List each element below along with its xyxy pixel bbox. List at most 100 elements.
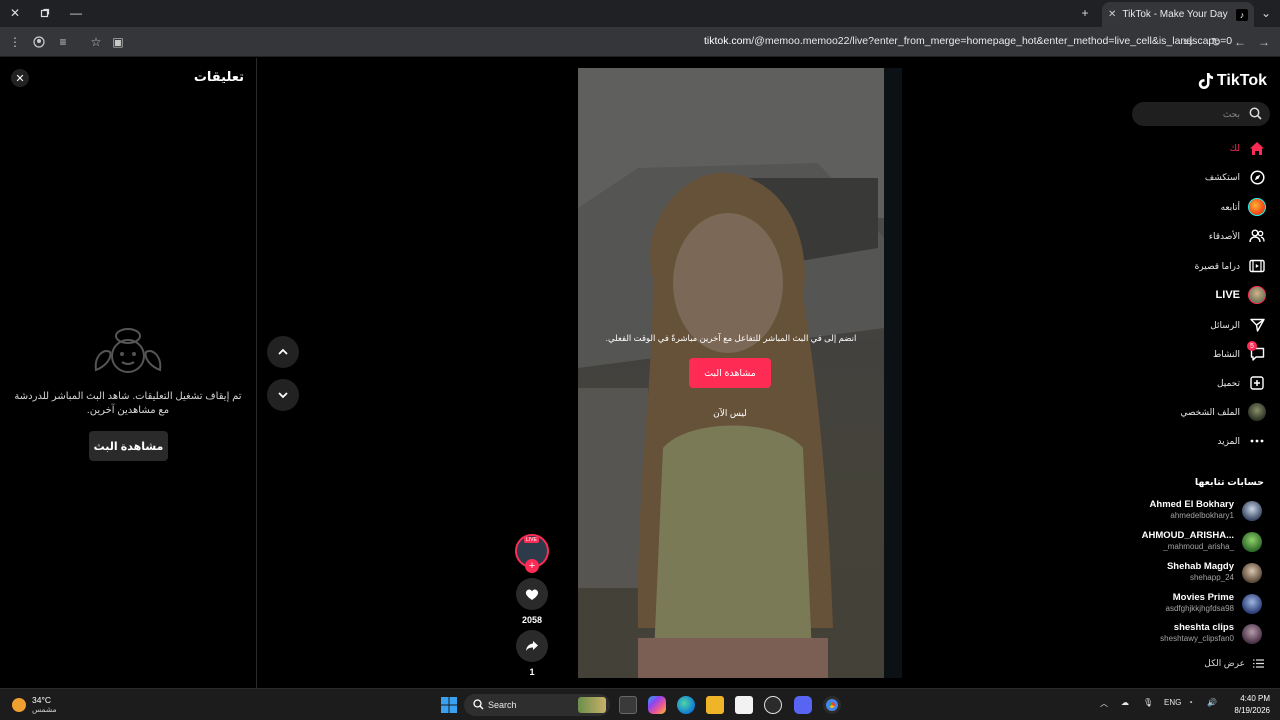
- activity-badge: 5: [1247, 341, 1257, 351]
- drama-icon: [1248, 257, 1266, 275]
- tab-search-icon[interactable]: ⌄: [1256, 4, 1276, 22]
- home-icon: [1248, 139, 1266, 157]
- share-button[interactable]: [516, 630, 548, 662]
- reload-icon[interactable]: ↻: [1208, 34, 1224, 50]
- window-minimize-icon[interactable]: —: [66, 4, 86, 22]
- nav-label-more: المزيد: [1217, 435, 1240, 446]
- search-box[interactable]: [1132, 102, 1270, 126]
- tiktok-live-page: ✕ تعليقات تم إيقاف تشغيل التعليقات. شاهد…: [0, 58, 1280, 688]
- comments-panel: ✕ تعليقات تم إيقاف تشغيل التعليقات. شاهد…: [0, 58, 257, 688]
- profile-avatar-icon: [1248, 403, 1266, 421]
- more-icon: [1248, 432, 1266, 450]
- send-icon: [1248, 316, 1266, 334]
- search-icon[interactable]: [1249, 107, 1262, 120]
- live-avatar-icon: [1248, 286, 1266, 304]
- account-handle: asdfghjkkjhgfdsa98: [1165, 604, 1235, 613]
- weather-widget[interactable]: 34°C مشمس: [12, 695, 57, 715]
- share-count: 1: [529, 667, 535, 677]
- windows-start-icon[interactable]: [440, 696, 458, 714]
- language-indicator[interactable]: ENG: [1164, 698, 1181, 707]
- activity-icon: 5: [1247, 341, 1266, 363]
- comments-title: تعليقات: [193, 69, 244, 84]
- nav-item-messages[interactable]: الرسائل: [1210, 315, 1266, 335]
- nav-label-upload: تحميل: [1216, 377, 1240, 388]
- nav-label-drama: دراما قصيرة: [1194, 260, 1240, 271]
- url-text[interactable]: tiktok.com/@memoo.memoo22/live?enter_fro…: [704, 35, 1232, 47]
- nav-item-explore[interactable]: استكشف: [1205, 167, 1266, 187]
- nav-label-activity: النشاط: [1212, 348, 1240, 359]
- task-view-icon[interactable]: [619, 696, 637, 714]
- account-handle: shehapp_24: [1189, 573, 1234, 582]
- search-input[interactable]: [1140, 105, 1240, 123]
- clock-date: 8/19/2026: [1234, 706, 1270, 715]
- window-close-icon[interactable]: ✕: [5, 4, 25, 22]
- account-name: Ahmed El Bokhary: [1149, 499, 1234, 510]
- back-icon[interactable]: →: [1256, 34, 1272, 50]
- volume-icon[interactable]: 🔊: [1207, 698, 1217, 707]
- followed-account[interactable]: Ahmed El Bokhary ahmedelbokhary1: [1122, 498, 1272, 524]
- microphone-icon[interactable]: 🎙: [1143, 698, 1153, 707]
- weather-desc: مشمس: [32, 705, 57, 714]
- account-name: sheshta clips: [1173, 622, 1234, 633]
- join-live-prompt: انضم إلى في البث المباشر للتفاعل مع آخري…: [605, 333, 857, 343]
- bookmark-star-icon[interactable]: ☆: [88, 34, 104, 50]
- forward-icon[interactable]: ←: [1232, 34, 1248, 50]
- nav-item-live[interactable]: LIVE: [1216, 285, 1266, 305]
- nav-item-following[interactable]: أتابعه: [1221, 197, 1266, 217]
- close-comments-icon[interactable]: ✕: [11, 69, 29, 87]
- nav-item-foryou[interactable]: لك: [1230, 138, 1266, 158]
- account-avatar: [1242, 594, 1262, 614]
- edge-browser-icon[interactable]: [677, 696, 695, 714]
- chevron-down-icon: [278, 392, 288, 399]
- video-edge-shadow: [884, 68, 902, 678]
- nav-item-drama[interactable]: دراما قصيرة: [1195, 256, 1266, 276]
- followed-account[interactable]: Shehab Magdy shehapp_24: [1122, 560, 1272, 586]
- nav-item-friends[interactable]: الأصدقاء: [1209, 226, 1266, 246]
- nav-label-explore: استكشف: [1204, 171, 1240, 182]
- like-count: 2058: [521, 615, 543, 625]
- cast-icon[interactable]: ▣: [110, 34, 126, 50]
- window-restore-icon[interactable]: [35, 4, 55, 22]
- taskbar-search[interactable]: Search: [464, 694, 610, 716]
- nav-label-following: أتابعه: [1220, 201, 1240, 212]
- wifi-icon[interactable]: ◔: [1188, 698, 1193, 707]
- compass-icon: [1248, 168, 1266, 186]
- weather-temp: 34°C: [32, 695, 51, 705]
- watch-live-button[interactable]: مشاهدة البث: [89, 431, 168, 461]
- nav-item-activity[interactable]: 5 النشاط: [1212, 341, 1266, 364]
- see-all-link[interactable]: عرض الكل: [1204, 658, 1264, 669]
- reading-list-icon[interactable]: ≡: [55, 34, 71, 50]
- watch-live-video-button[interactable]: مشاهدة البث: [689, 358, 771, 388]
- taskbar-clock[interactable]: 4:40 PM 8/19/2026: [1228, 693, 1270, 717]
- discord-icon[interactable]: [794, 696, 812, 714]
- followed-account[interactable]: sheshta clips sheshtawy_clipsfan0: [1122, 621, 1272, 647]
- followed-account[interactable]: AHMOUD_ARISHA... _mahmoud_arisha_: [1122, 529, 1272, 555]
- tray-overflow-icon[interactable]: ︿: [1100, 698, 1108, 709]
- nav-item-profile[interactable]: الملف الشخصي: [1180, 402, 1266, 422]
- heart-icon: [525, 589, 539, 600]
- nav-item-upload[interactable]: تحميل: [1217, 373, 1266, 393]
- like-button[interactable]: [516, 578, 548, 610]
- chrome-icon[interactable]: [823, 696, 841, 714]
- microsoft-store-icon[interactable]: [735, 696, 753, 714]
- next-live-button[interactable]: [267, 379, 299, 411]
- browser-tab-tiktok[interactable]: ✕ TikTok - Make Your Day ♪: [1102, 2, 1254, 27]
- browser-menu-icon[interactable]: ⋮: [7, 34, 23, 50]
- site-settings-icon[interactable]: ⇋: [1180, 34, 1196, 50]
- profile-icon[interactable]: [31, 34, 47, 50]
- followed-account[interactable]: Movies Prime asdfghjkkjhgfdsa98: [1122, 591, 1272, 617]
- tab-close-icon[interactable]: ✕: [1108, 9, 1116, 20]
- nav-item-more[interactable]: المزيد: [1217, 431, 1266, 451]
- copilot-icon[interactable]: [648, 696, 666, 714]
- follow-plus-icon[interactable]: +: [525, 559, 539, 573]
- not-now-link[interactable]: ليس الآن: [678, 408, 782, 419]
- following-avatar-icon: [1248, 198, 1266, 216]
- live-video-player[interactable]: انضم إلى في البث المباشر للتفاعل مع آخري…: [578, 68, 884, 678]
- tiktok-logo[interactable]: TikTok: [1197, 72, 1267, 90]
- account-handle: sheshtawy_clipsfan0: [1160, 634, 1234, 643]
- new-tab-icon[interactable]: +: [1075, 4, 1095, 22]
- previous-live-button[interactable]: [267, 336, 299, 368]
- chatgpt-icon[interactable]: [764, 696, 782, 714]
- cloud-icon[interactable]: ☁: [1121, 698, 1129, 707]
- file-explorer-icon[interactable]: [706, 696, 724, 714]
